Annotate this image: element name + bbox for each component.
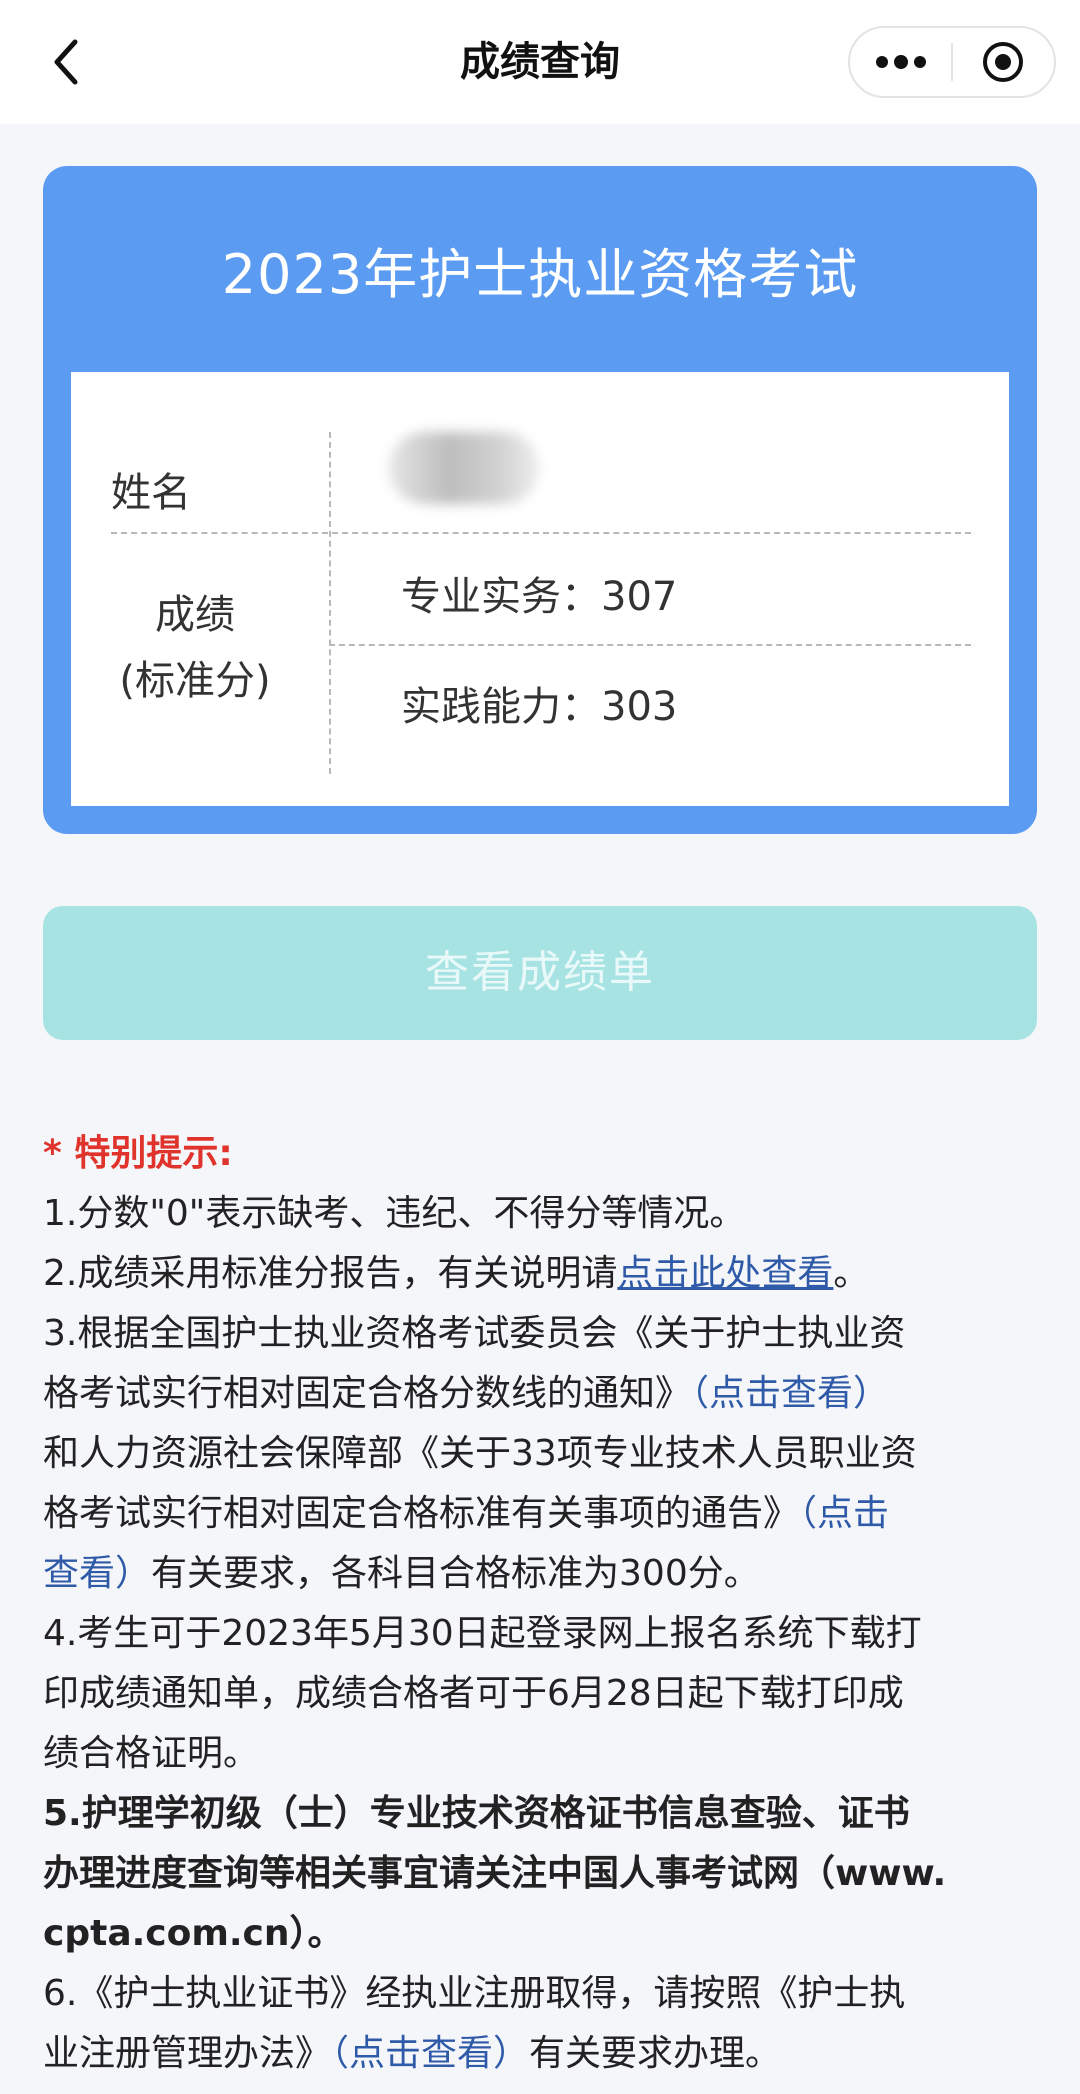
registration-rules-link[interactable]: （点击查看） xyxy=(331,2033,529,2074)
note-2: 2.成绩采用标准分报告，有关说明请点击此处查看。 xyxy=(43,1244,1043,1304)
close-miniprogram-button[interactable] xyxy=(953,28,1054,96)
hrss-notice-link-part2[interactable]: 查看） xyxy=(43,1553,151,1594)
note-3-line-3: 和人力资源社会保障部《关于33项专业技术人员职业资 xyxy=(43,1433,917,1474)
note-1: 1.分数"0"表示缺考、违纪、不得分等情况。 xyxy=(43,1184,1043,1244)
standard-score-explanation-link[interactable]: 点击此处查看 xyxy=(617,1253,833,1294)
score-label-line2: (标准分) xyxy=(119,658,271,704)
note-5-line-3: cpta.com.cn）。 xyxy=(43,1913,344,1954)
score-divider xyxy=(329,644,971,646)
note-3: 3.根据全国护士执业资格考试委员会《关于护士执业资 格考试实行相对固定合格分数线… xyxy=(43,1304,1043,1604)
navbar: 成绩查询 xyxy=(0,0,1080,124)
note-4-line-2: 印成绩通知单，成绩合格者可于6月28日起下载打印成 xyxy=(43,1673,904,1714)
score-label: 成绩 (标准分) xyxy=(71,582,319,714)
note-4-line-3: 绩合格证明。 xyxy=(43,1733,260,1774)
more-button[interactable] xyxy=(850,28,951,96)
column-divider xyxy=(329,432,331,774)
mini-program-capsule xyxy=(848,26,1056,98)
target-circle-icon xyxy=(983,42,1024,82)
note-2-line: 2.成绩采用标准分报告，有关说明请点击此处查看。 xyxy=(43,1244,1043,1304)
note-5-line-1: 5.护理学初级（士）专业技术资格证书信息查验、证书 xyxy=(43,1793,910,1834)
row-divider xyxy=(111,532,971,534)
note-6-line-1: 6.《护士执业证书》经执业注册取得，请按照《护士执 xyxy=(43,1973,906,2014)
note-2-text: 2.成绩采用标准分报告，有关说明请 xyxy=(43,1253,618,1294)
hrss-notice-link-part1[interactable]: （点击 xyxy=(799,1493,889,1534)
note-3-line-2: 格考试实行相对固定合格分数线的通知》（点击查看） xyxy=(43,1364,1043,1424)
note-6-text-2a: 业注册管理办法》 xyxy=(43,2033,332,2074)
note-3-text-4: 格考试实行相对固定合格标准有关事项的通告》 xyxy=(43,1493,800,1534)
result-table: 姓名 成绩 (标准分) 专业实务：307 实践能力：303 xyxy=(71,372,1009,806)
note-3-line-1: 3.根据全国护士执业资格考试委员会《关于护士执业资 xyxy=(43,1313,906,1354)
note-5-line-2: 办理进度查询等相关事宜请关注中国人事考试网（www. xyxy=(43,1853,947,1894)
score-practical-ability: 实践能力：303 xyxy=(401,684,678,730)
note-3-text-5: 有关要求，各科目合格标准为300分。 xyxy=(151,1553,760,1594)
name-label: 姓名 xyxy=(111,470,191,516)
note-1-line: 1.分数"0"表示缺考、违纪、不得分等情况。 xyxy=(43,1193,746,1234)
note-3-line-5: 查看）有关要求，各科目合格标准为300分。 xyxy=(43,1544,1043,1604)
passing-score-notice-link[interactable]: （点击查看） xyxy=(691,1373,889,1414)
note-2-end: 。 xyxy=(833,1253,870,1294)
score-label-line1: 成绩 xyxy=(155,592,235,638)
notes-title: * 特别提示: xyxy=(43,1133,233,1174)
result-card: 2023年护士执业资格考试 姓名 成绩 (标准分) 专业实务：307 实践能力：… xyxy=(43,166,1037,834)
special-notes: * 特别提示: 1.分数"0"表示缺考、违纪、不得分等情况。 2.成绩采用标准分… xyxy=(43,1124,1043,2084)
note-3-line-4: 格考试实行相对固定合格标准有关事项的通告》（点击 xyxy=(43,1484,1043,1544)
view-transcript-button[interactable]: 查看成绩单 xyxy=(43,906,1037,1040)
note-5: 5.护理学初级（士）专业技术资格证书信息查验、证书 办理进度查询等相关事宜请关注… xyxy=(43,1784,1043,1964)
note-6-line-2: 业注册管理办法》（点击查看）有关要求办理。 xyxy=(43,2024,1043,2084)
score-professional-practice: 专业实务：307 xyxy=(401,574,678,620)
name-value-blurred xyxy=(389,432,539,504)
more-dots-icon xyxy=(875,55,926,69)
exam-title: 2023年护士执业资格考试 xyxy=(221,243,859,306)
note-6: 6.《护士执业证书》经执业注册取得，请按照《护士执 业注册管理办法》（点击查看）… xyxy=(43,1964,1043,2084)
back-button[interactable] xyxy=(34,30,98,94)
note-4: 4.考生可于2023年5月30日起登录网上报名系统下载打 印成绩通知单，成绩合格… xyxy=(43,1604,1043,1784)
note-3-text-2: 格考试实行相对固定合格分数线的通知》 xyxy=(43,1373,692,1414)
chevron-left-icon xyxy=(54,39,78,85)
note-6-text-2b: 有关要求办理。 xyxy=(529,2033,782,2074)
note-4-line-1: 4.考生可于2023年5月30日起登录网上报名系统下载打 xyxy=(43,1613,922,1654)
